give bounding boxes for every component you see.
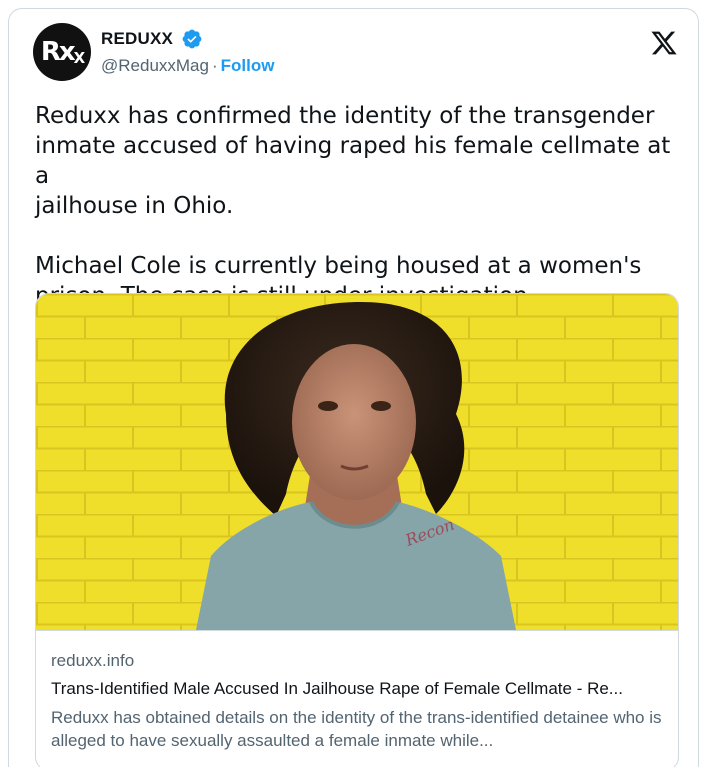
x-logo-icon[interactable] (649, 29, 679, 57)
handle[interactable]: @ReduxxMag (101, 56, 209, 75)
link-description: Reduxx has obtained details on the ident… (51, 708, 662, 750)
avatar-logo: Rx X (33, 23, 91, 81)
link-card[interactable]: Recon reduxx.info Trans-Identified Male … (35, 293, 679, 767)
avatar-logo-sub: X (73, 49, 85, 67)
display-name[interactable]: REDUXX (101, 29, 173, 49)
tweet-card: Rx X REDUXX @ReduxxMag · Follow Reduxx has … (8, 8, 699, 767)
avatar[interactable]: Rx X (33, 23, 91, 81)
tweet-text: Reduxx has confirmed the identity of the… (35, 103, 671, 309)
separator-dot: · (211, 56, 218, 75)
avatar-logo-main: Rx (40, 37, 76, 67)
link-domain: reduxx.info (51, 651, 135, 670)
mugshot-photo[interactable]: Recon (36, 294, 679, 630)
follow-button[interactable]: Follow (221, 56, 275, 75)
verified-badge-icon (182, 29, 202, 49)
link-preview[interactable]: reduxx.info Trans-Identified Male Accuse… (36, 630, 678, 767)
link-title[interactable]: Trans-Identified Male Accused In Jailhou… (51, 679, 666, 699)
handle-row: @ReduxxMag · Follow (101, 56, 274, 76)
